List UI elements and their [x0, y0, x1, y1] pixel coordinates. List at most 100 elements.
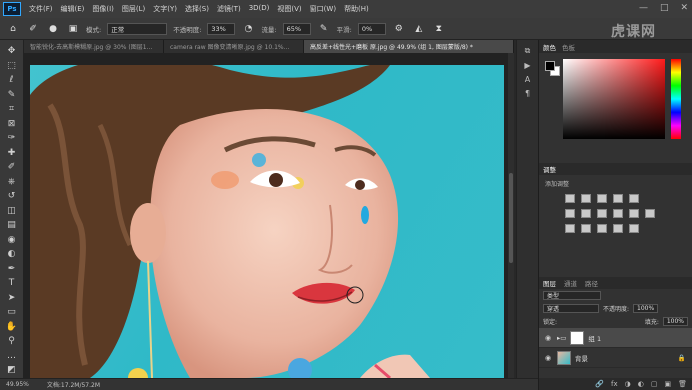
trash-icon[interactable]: 🗑 — [678, 380, 687, 388]
group-icon[interactable]: ▢ — [651, 380, 658, 388]
brush-preset-icon[interactable]: ● — [46, 22, 60, 36]
path-select-icon[interactable]: ➤ — [4, 291, 20, 305]
move-icon[interactable]: ✥ — [4, 44, 20, 58]
airbrush-icon[interactable]: ✎ — [317, 22, 331, 36]
more-icon[interactable]: … — [4, 349, 20, 363]
menu-item-7[interactable]: 3D(D) — [245, 4, 274, 14]
adjustment-layer-icon[interactable]: ◐ — [638, 380, 644, 388]
add-mask-icon[interactable]: ◑ — [625, 380, 631, 388]
brightness-icon[interactable] — [565, 194, 575, 203]
new-layer-icon[interactable]: ▣ — [664, 380, 671, 388]
quick-select-icon[interactable]: ✎ — [4, 88, 20, 102]
menu-item-6[interactable]: 滤镜(T) — [213, 4, 245, 14]
maximize-button[interactable]: □ — [660, 3, 669, 13]
zoom-level[interactable]: 49.95% — [6, 381, 29, 388]
menu-item-8[interactable]: 视图(V) — [273, 4, 305, 14]
frame-icon[interactable]: ⊠ — [4, 117, 20, 131]
adjustments-title[interactable]: 调整 — [539, 163, 692, 175]
gear-icon[interactable]: ⚙ — [392, 22, 406, 36]
hand-icon[interactable]: ✋ — [4, 320, 20, 334]
image-canvas[interactable] — [30, 65, 504, 378]
fx-icon[interactable]: fx — [611, 380, 618, 388]
canvas-area[interactable] — [24, 53, 512, 378]
lasso-icon[interactable]: ℓ — [4, 73, 20, 87]
gradient-icon[interactable]: ▤ — [4, 218, 20, 232]
eye-icon[interactable]: ◉ — [543, 354, 553, 362]
healing-icon[interactable]: ✚ — [4, 146, 20, 160]
history-panel-icon[interactable]: ⧉ — [525, 46, 531, 56]
tab-channels[interactable]: 通道 — [564, 278, 577, 288]
dodge-icon[interactable]: ◐ — [4, 247, 20, 261]
type-icon[interactable]: T — [4, 276, 20, 290]
close-button[interactable]: ✕ — [680, 3, 688, 13]
opacity-input[interactable]: 33% — [207, 22, 236, 35]
vertical-scrollbar[interactable] — [508, 53, 514, 378]
menu-item-4[interactable]: 文字(Y) — [149, 4, 181, 14]
channel-mixer-icon[interactable] — [629, 209, 639, 218]
threshold-icon[interactable] — [597, 224, 607, 233]
symmetry-icon[interactable]: ⧗ — [432, 22, 446, 36]
menu-item-10[interactable]: 帮助(H) — [340, 4, 373, 14]
marquee-icon[interactable]: ⬚ — [4, 59, 20, 73]
posterize-icon[interactable] — [581, 224, 591, 233]
eyedropper-icon[interactable]: ✑ — [4, 131, 20, 145]
gradient-map-icon[interactable] — [613, 224, 623, 233]
tab-document-active[interactable]: 高反差+线性光+磨板 原.jpg @ 49.9% (组 1, 图层蒙版/8) * — [304, 40, 514, 53]
tab-swatches[interactable]: 色板 — [562, 42, 575, 52]
paragraph-panel-icon[interactable]: ¶ — [525, 89, 530, 98]
fill-input[interactable]: 100% — [662, 317, 688, 326]
character-panel-icon[interactable]: A — [525, 75, 530, 84]
pressure-opacity-icon[interactable]: ◔ — [241, 22, 255, 36]
selective-color-icon[interactable] — [629, 224, 639, 233]
menu-item-2[interactable]: 图像(I) — [88, 4, 118, 14]
menu-item-0[interactable]: 文件(F) — [25, 4, 57, 14]
stamp-icon[interactable]: ⎈ — [4, 175, 20, 189]
tab-layers[interactable]: 图层 — [543, 278, 556, 288]
pen-icon[interactable]: ✒ — [4, 262, 20, 276]
mode-select[interactable]: 正常 — [107, 22, 168, 35]
menu-item-5[interactable]: 选择(S) — [181, 4, 213, 14]
angle-icon[interactable]: ◭ — [412, 22, 426, 36]
scrollbar-thumb[interactable] — [509, 173, 513, 263]
tab-color[interactable]: 颜色 — [543, 42, 556, 52]
color-lookup-icon[interactable] — [645, 209, 655, 218]
hue-slider[interactable] — [671, 59, 681, 139]
hue-saturation-icon[interactable] — [565, 209, 575, 218]
brush-tool-icon[interactable]: ✐ — [26, 22, 40, 36]
color-picker-field[interactable] — [563, 59, 665, 139]
crop-icon[interactable]: ⌗ — [4, 102, 20, 116]
link-layers-icon[interactable]: 🔗 — [595, 380, 604, 388]
rectangle-icon[interactable]: ▭ — [4, 305, 20, 319]
smooth-input[interactable]: 0% — [357, 22, 386, 35]
layer-opacity-input[interactable]: 100% — [633, 304, 659, 313]
levels-icon[interactable] — [581, 194, 591, 203]
history-brush-icon[interactable]: ↺ — [4, 189, 20, 203]
vibrance-icon[interactable] — [629, 194, 639, 203]
photo-filter-icon[interactable] — [613, 209, 623, 218]
tab-document-1[interactable]: 智能锐化-去高斯模糊原.jpg @ 30% (图层1... — [24, 40, 164, 53]
invert-icon[interactable] — [565, 224, 575, 233]
tab-paths[interactable]: 路径 — [585, 278, 598, 288]
swap-color-icon[interactable]: ◩ — [4, 363, 20, 377]
curves-icon[interactable] — [597, 194, 607, 203]
exposure-icon[interactable] — [613, 194, 623, 203]
menu-item-9[interactable]: 窗口(W) — [306, 4, 340, 14]
blur-icon[interactable]: ◉ — [4, 233, 20, 247]
layer-row-background[interactable]: ◉ 背景 🔒 — [539, 348, 692, 368]
brush-icon[interactable]: ✐ — [4, 160, 20, 174]
color-balance-icon[interactable] — [581, 209, 591, 218]
tab-document-2[interactable]: camera raw 图像变清晰原.jpg @ 10.1%... — [164, 40, 304, 53]
black-white-icon[interactable] — [597, 209, 607, 218]
menu-item-1[interactable]: 编辑(E) — [57, 4, 89, 14]
layer-kind-filter[interactable]: 类型 — [543, 291, 601, 300]
flow-input[interactable]: 65% — [282, 22, 311, 35]
menu-item-3[interactable]: 图层(L) — [118, 4, 149, 14]
actions-panel-icon[interactable]: ▶ — [524, 61, 530, 70]
layer-row-group[interactable]: ◉ ▸▭ 组 1 — [539, 328, 692, 348]
layer-mask-thumbnail[interactable] — [570, 330, 585, 345]
home-icon[interactable]: ⌂ — [6, 22, 20, 36]
blend-mode-select[interactable]: 穿透 — [543, 304, 599, 313]
foreground-color-swatch[interactable] — [545, 61, 555, 71]
eraser-icon[interactable]: ◫ — [4, 204, 20, 218]
eye-icon[interactable]: ◉ — [543, 334, 553, 342]
